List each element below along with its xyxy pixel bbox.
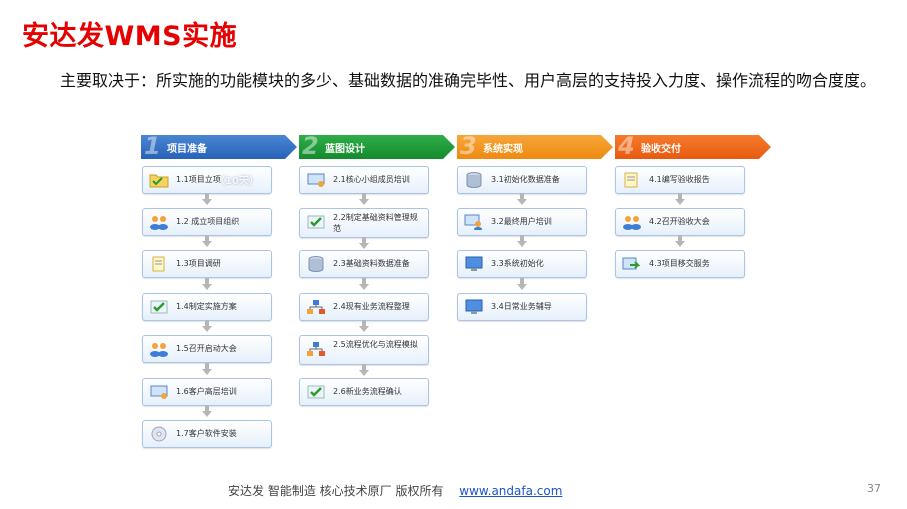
task-label: 2.5流程优化与流程模拟 (333, 340, 418, 349)
folder-icon (149, 174, 169, 188)
checkmark-icon (307, 385, 325, 399)
flow-arrow (202, 278, 212, 290)
task-label: 3.1初始化数据准备 (491, 175, 560, 184)
task-label: 1.7客户软件安装 (176, 429, 237, 438)
task-label: 1.5召开启动大会 (176, 344, 237, 353)
task-1-2[interactable]: 1.2 成立项目组织 (142, 208, 272, 236)
task-label: 2.4现有业务流程整理 (333, 302, 410, 311)
people-icon (464, 214, 482, 230)
phase-number-1: 1 (144, 132, 161, 160)
phase-label-3: 系统实现 (483, 144, 523, 155)
task-2-4[interactable]: 2.4现有业务流程整理 (299, 293, 429, 321)
task-label: 1.4制定实施方案 (176, 302, 237, 311)
phase-bar-3: 3 系统实现 (457, 132, 613, 160)
screen-icon (465, 299, 483, 314)
people-icon (623, 216, 641, 230)
task-2-6[interactable]: 2.6新业务流程确认 (299, 378, 429, 406)
task-label: 2.3基础资料数据准备 (333, 259, 410, 268)
phase-number-3: 3 (460, 132, 477, 160)
footer-text: 安达发 智能制造 核心技术原厂 版权所有 (228, 484, 444, 498)
phase-number-4: 4 (618, 132, 635, 160)
duration-watermark: （10天） (215, 176, 259, 187)
task-1-7[interactable]: 1.7客户软件安装 (142, 420, 272, 448)
phase-bar-2: 2 蓝图设计 (299, 132, 455, 160)
task-3-4[interactable]: 3.4日常业务辅导 (457, 293, 587, 321)
task-2-2[interactable]: 2.2制定基础资料管理规范 (299, 208, 429, 238)
flow-arrow (359, 237, 369, 249)
screen-icon (465, 256, 483, 271)
flow-arrow (202, 363, 212, 375)
task-2-3[interactable]: 2.3基础资料数据准备 (299, 250, 429, 278)
phase-label-2: 蓝图设计 (325, 144, 365, 155)
checkmark-icon (150, 300, 168, 314)
task-1-4[interactable]: 1.4制定实施方案 (142, 293, 272, 321)
flow-arrow (202, 193, 212, 205)
task-4-1[interactable]: 4.1编写验收报告 (615, 166, 745, 194)
footer-link[interactable]: www.andafa.com (459, 484, 562, 498)
monitor-icon (307, 173, 325, 187)
flowchart-icon (307, 342, 325, 356)
database-icon (308, 256, 324, 272)
flowchart-icon (307, 300, 325, 314)
flow-arrow (202, 235, 212, 247)
phase-number-2: 2 (302, 132, 319, 160)
checkmark-icon (307, 215, 325, 229)
task-2-5[interactable]: 2.5流程优化与流程模拟 (299, 335, 429, 365)
task-2-1[interactable]: 2.1核心小组成员培训 (299, 166, 429, 194)
task-label: 4.1编写验收报告 (649, 175, 710, 184)
task-label: 1.6客户高层培训 (176, 387, 237, 396)
page-number: 37 (867, 482, 881, 495)
page-title: 安达发WMS实施 (22, 21, 238, 52)
flow-arrow (359, 278, 369, 290)
task-label: 3.3系统初始化 (491, 259, 544, 268)
task-3-1[interactable]: 3.1初始化数据准备 (457, 166, 587, 194)
task-1-6[interactable]: 1.6客户高层培训 (142, 378, 272, 406)
phase-bar-1: 1 项目准备 (141, 132, 297, 160)
monitor-icon (150, 385, 168, 399)
screen-icon (622, 257, 641, 270)
task-4-3[interactable]: 4.3项目移交服务 (615, 250, 745, 278)
task-label: 3.4日常业务辅导 (491, 302, 552, 311)
document-icon (152, 256, 165, 272)
flow-arrow (202, 320, 212, 332)
phase-label-1: 项目准备 (167, 144, 207, 155)
intro-paragraph: 主要取决于：所实施的功能模块的多少、基础数据的准确完毕性、用户高层的支持投入力度… (22, 70, 882, 92)
task-label: 2.2制定基础资料管理规范 (333, 213, 418, 233)
folder-icon (624, 172, 638, 188)
task-3-3[interactable]: 3.3系统初始化 (457, 250, 587, 278)
footer: 安达发 智能制造 核心技术原厂 版权所有 www.andafa.com (228, 482, 562, 499)
flow-arrow (517, 235, 527, 247)
task-label: 1.3项目调研 (176, 259, 221, 268)
task-1-3[interactable]: 1.3项目调研 (142, 250, 272, 278)
flow-arrow (517, 193, 527, 205)
task-label: 2.1核心小组成员培训 (333, 175, 410, 184)
task-1-1[interactable]: 1.1项目立项 （10天） (142, 166, 272, 194)
flow-arrow (359, 320, 369, 332)
flow-arrow (359, 364, 369, 376)
flow-arrow (202, 405, 212, 417)
task-label: 3.2最终用户培训 (491, 217, 552, 226)
people-icon (150, 343, 168, 357)
task-4-2[interactable]: 4.2召开验收大会 (615, 208, 745, 236)
task-label: 2.6新业务流程确认 (333, 387, 402, 396)
task-label: 4.2召开验收大会 (649, 217, 710, 226)
flow-arrow (675, 193, 685, 205)
database-icon (466, 172, 482, 188)
people-icon (150, 216, 168, 230)
flow-arrow (517, 278, 527, 290)
task-label: 1.2 成立项目组织 (176, 217, 240, 226)
intro-text: 主要取决于：所实施的功能模块的多少、基础数据的准确完毕性、用户高层的支持投入力度… (60, 71, 877, 90)
phase-bar-4: 4 验收交付 (615, 132, 771, 160)
task-3-2[interactable]: 3.2最终用户培训 (457, 208, 587, 236)
disc-icon (151, 426, 167, 442)
flow-arrow (359, 193, 369, 205)
phase-label-4: 验收交付 (641, 144, 681, 155)
task-1-5[interactable]: 1.5召开启动大会 (142, 335, 272, 363)
task-label: 4.3项目移交服务 (649, 259, 710, 268)
flow-arrow (675, 235, 685, 247)
